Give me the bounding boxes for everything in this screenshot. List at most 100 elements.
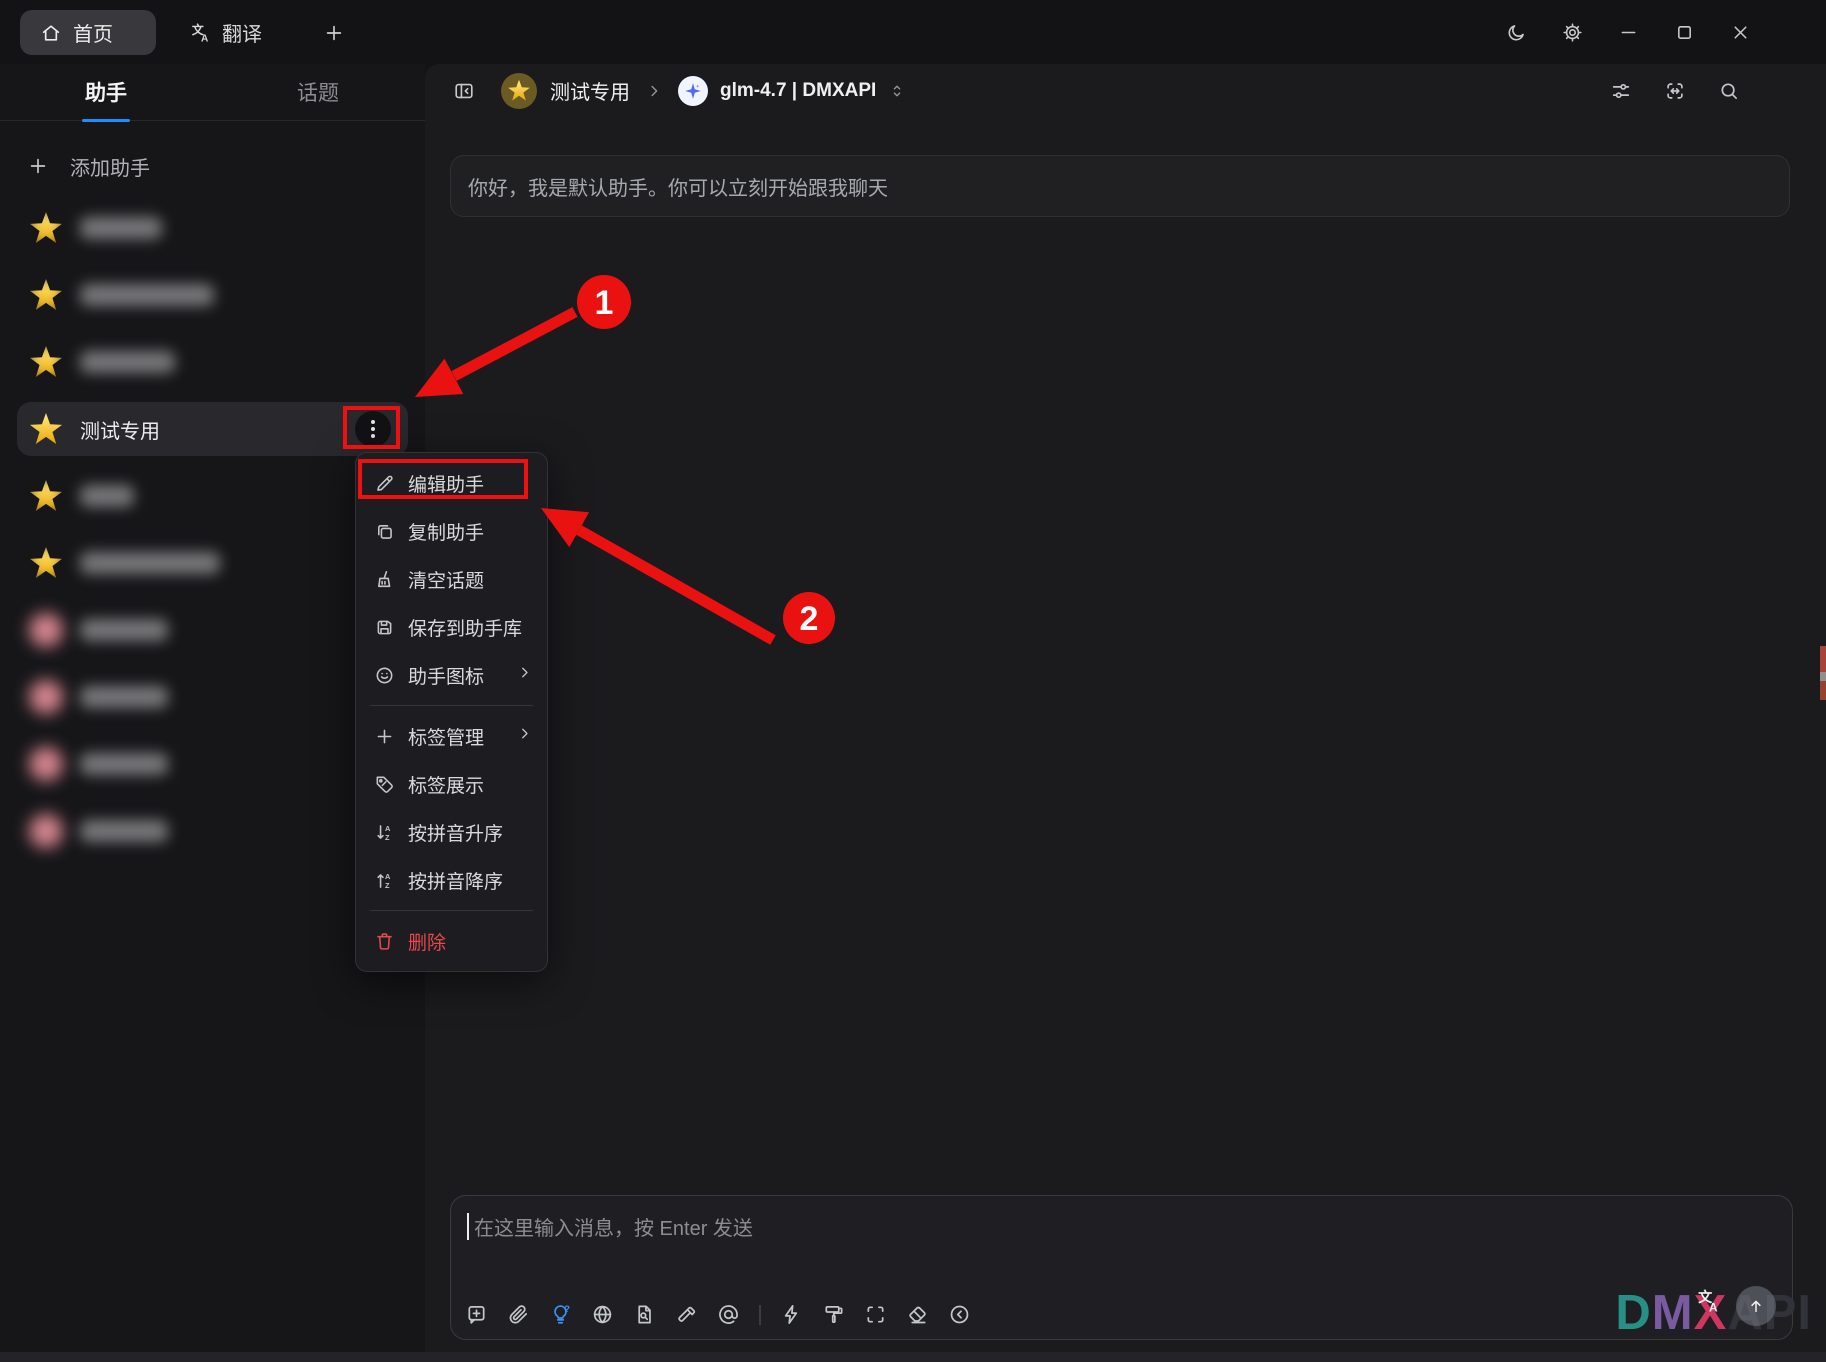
translate-icon: 文A (1696, 1288, 1722, 1314)
fullscreen-icon[interactable] (864, 1303, 887, 1326)
svg-text:A: A (1709, 1300, 1718, 1314)
redacted-assistant-name (80, 820, 168, 842)
chat-panel: 测试专用 glm-4.7 | DMXAPI 你好，我是默认助手。你可以立刻开始跟… (425, 64, 1826, 1352)
assistant-item[interactable] (17, 536, 408, 590)
star-avatar (27, 276, 65, 314)
sidebar-tab-assistants[interactable]: 助手 (0, 64, 212, 120)
text-cursor (467, 1213, 469, 1240)
minimize-icon (1618, 22, 1639, 43)
composer-placeholder: 在这里输入消息，按 Enter 发送 (474, 1212, 753, 1241)
send-button[interactable] (1736, 1286, 1776, 1326)
tab-translate[interactable]: 文A 翻译 (176, 10, 276, 55)
quick-phrases-icon[interactable] (780, 1303, 803, 1326)
attachment-icon[interactable] (507, 1303, 530, 1326)
window-bottom-edge (0, 1352, 1826, 1362)
menu-item-save[interactable]: 保存到助手库 (356, 603, 547, 651)
menu-item-copy[interactable]: 复制助手 (356, 507, 547, 555)
message-composer[interactable]: 在这里输入消息，按 Enter 发送 ? 文A (450, 1195, 1793, 1340)
menu-item-label: 按拼音降序 (408, 867, 503, 894)
welcome-message-text: 你好，我是默认助手。你可以立刻开始跟我聊天 (468, 172, 888, 201)
close-icon (1730, 22, 1751, 43)
menu-divider (370, 910, 533, 911)
sidebar-tab-topics[interactable]: 话题 (212, 64, 424, 120)
menu-item-trash[interactable]: 删除 (356, 917, 547, 965)
tab-home-label: 首页 (73, 18, 113, 47)
assistant-item[interactable] (17, 670, 408, 724)
tab-home[interactable]: 首页 (20, 10, 156, 55)
model-selector[interactable]: glm-4.7 | DMXAPI (720, 80, 876, 102)
mcp-tools-icon[interactable] (675, 1303, 698, 1326)
redacted-assistant-name (80, 217, 162, 239)
star-icon (508, 79, 531, 102)
menu-divider (370, 705, 533, 706)
plus-icon (323, 22, 345, 44)
eraser-icon[interactable] (906, 1303, 929, 1326)
add-assistant-button[interactable]: 添加助手 (27, 144, 425, 188)
redacted-assistant-name (80, 284, 214, 306)
annotation-box-menu-button (343, 406, 400, 449)
menu-item-tag[interactable]: 标签展示 (356, 760, 547, 808)
redacted-assistant-name (80, 753, 168, 775)
knowledge-base-icon[interactable] (633, 1303, 656, 1326)
menu-item-plus[interactable]: 标签管理 (356, 712, 547, 760)
translate-input-button[interactable]: 文A (1696, 1288, 1722, 1319)
assistant-item[interactable] (17, 201, 408, 255)
menu-item-broom[interactable]: 清空话题 (356, 555, 547, 603)
settings-button[interactable] (1544, 0, 1600, 64)
sort-asc-icon: AZ (374, 822, 395, 843)
collapse-sidebar-button[interactable] (453, 80, 475, 102)
assistant-item[interactable] (17, 737, 408, 791)
broom-icon (374, 569, 395, 590)
svg-text:Z: Z (385, 832, 390, 841)
mention-icon[interactable] (717, 1303, 740, 1326)
chevron-updown-icon[interactable] (888, 82, 906, 100)
menu-item-label: 标签管理 (408, 723, 484, 750)
menu-item-label: 按拼音升序 (408, 819, 503, 846)
copy-icon (374, 521, 395, 542)
add-assistant-label: 添加助手 (70, 152, 150, 181)
theme-toggle-button[interactable] (1488, 0, 1544, 64)
assistant-item[interactable] (17, 603, 408, 657)
assistant-item[interactable] (17, 804, 408, 858)
menu-item-smiley[interactable]: 助手图标 (356, 651, 547, 699)
assistant-name[interactable]: 测试专用 (550, 76, 630, 105)
paint-roller-icon[interactable] (822, 1303, 845, 1326)
assistant-settings-button[interactable] (1610, 80, 1632, 102)
svg-text:A: A (385, 872, 391, 881)
active-tab-indicator (82, 119, 130, 122)
chevron-right-icon (516, 664, 533, 681)
star-avatar (27, 477, 65, 515)
expand-width-button[interactable] (1664, 80, 1686, 102)
pink-avatar (27, 812, 65, 850)
menu-item-label: 保存到助手库 (408, 614, 522, 641)
svg-text:?: ? (564, 1304, 570, 1314)
assistant-name-label: 测试专用 (80, 415, 160, 444)
new-tab-button[interactable] (314, 13, 354, 53)
assistant-item[interactable] (17, 335, 408, 389)
window-titlebar: 首页 文A 翻译 (0, 0, 1826, 64)
web-search-icon[interactable] (591, 1303, 614, 1326)
home-icon (40, 22, 62, 44)
collapse-toolbar-icon[interactable] (948, 1303, 971, 1326)
thinking-icon[interactable]: ? (549, 1303, 572, 1326)
assistant-item[interactable] (17, 469, 408, 523)
close-button[interactable] (1712, 0, 1768, 64)
search-button[interactable] (1718, 80, 1740, 102)
smiley-icon (374, 665, 395, 686)
composer-input[interactable]: 在这里输入消息，按 Enter 发送 (467, 1212, 753, 1241)
moon-icon (1506, 22, 1527, 43)
redacted-assistant-name (80, 485, 134, 507)
minimize-button[interactable] (1600, 0, 1656, 64)
menu-item-sort-asc[interactable]: AZ 按拼音升序 (356, 808, 547, 856)
new-topic-icon[interactable] (465, 1303, 488, 1326)
assistant-item[interactable] (17, 268, 408, 322)
composer-toolbar: ? (465, 1303, 971, 1326)
chat-header-actions (1610, 64, 1740, 117)
tag-icon (374, 774, 395, 795)
svg-text:Z: Z (385, 880, 390, 889)
maximize-button[interactable] (1656, 0, 1712, 64)
assistant-avatar (501, 73, 537, 109)
star-avatar (27, 410, 65, 448)
menu-item-sort-desc[interactable]: AZ 按拼音降序 (356, 856, 547, 904)
redacted-assistant-name (80, 351, 175, 373)
